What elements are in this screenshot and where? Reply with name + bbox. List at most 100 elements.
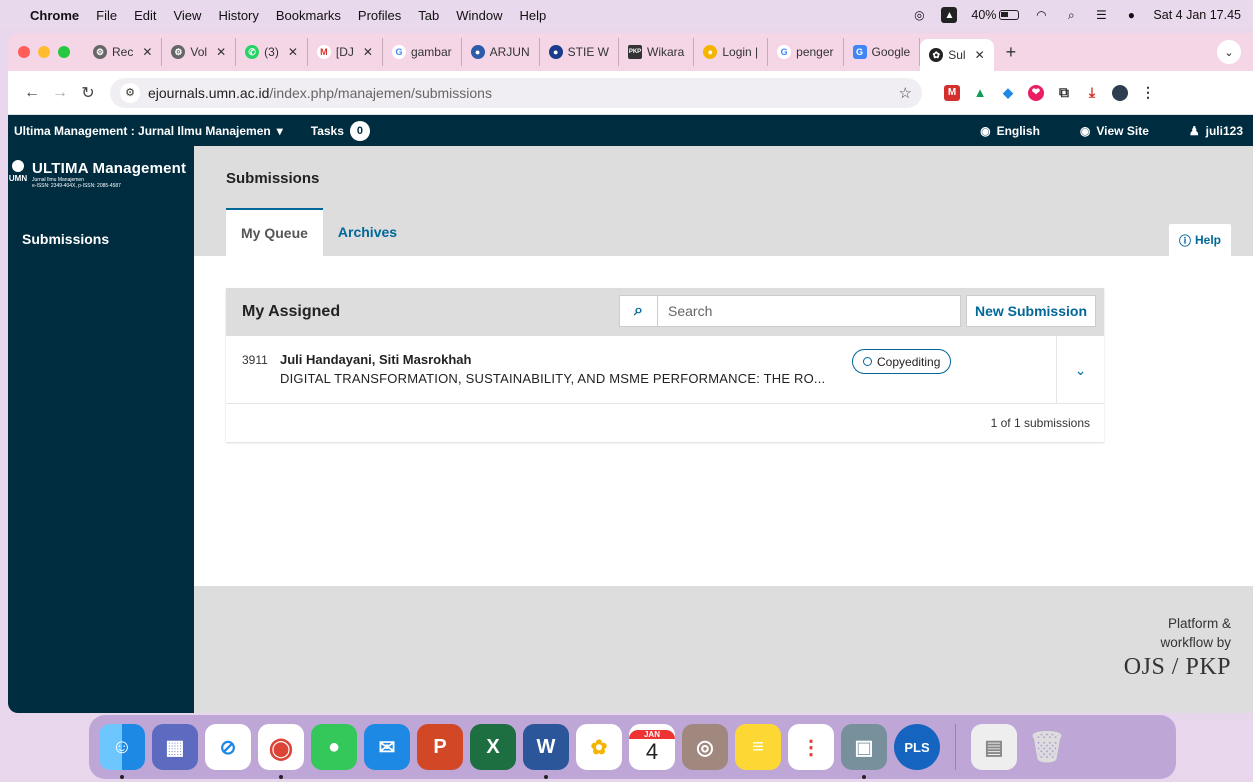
submission-row[interactable]: 3911 Juli Handayani, Siti Masrokhah DIGI… xyxy=(226,336,1104,404)
pocket-icon[interactable]: ❤ xyxy=(1028,84,1044,101)
google-scholar-icon: G xyxy=(852,45,867,59)
menu-app-name[interactable]: Chrome xyxy=(30,8,79,23)
browser-tab[interactable]: G penger xyxy=(768,38,844,66)
stage-badge[interactable]: Copyediting xyxy=(852,349,952,374)
chrome-icon[interactable]: ◉ xyxy=(258,724,304,779)
menu-clock[interactable]: Sat 4 Jan 17.45 xyxy=(1153,8,1241,22)
battery-indicator[interactable]: 40% xyxy=(971,8,1020,22)
tab-strip: ⚙ Rec ✕ ⚙ Vol ✕ ✆ (3) ✕ M [DJ ✕ G gambar… xyxy=(8,33,1253,71)
excel-icon[interactable]: X xyxy=(470,724,516,770)
menu-file[interactable]: File xyxy=(96,8,117,23)
menu-help[interactable]: Help xyxy=(520,8,547,23)
mail-icon[interactable]: ✉ xyxy=(364,724,410,770)
safari-icon[interactable]: ⊘ xyxy=(205,724,251,770)
close-tab-icon[interactable]: ✕ xyxy=(142,45,152,59)
menu-window[interactable]: Window xyxy=(456,8,502,23)
help-button[interactable]: ⓘ Help xyxy=(1168,224,1231,256)
menu-profiles[interactable]: Profiles xyxy=(358,8,401,23)
control-center-icon[interactable]: ☰ xyxy=(1093,7,1109,23)
creative-cloud-icon[interactable]: ◎ xyxy=(911,7,927,23)
sidebar-item-submissions[interactable]: Submissions xyxy=(8,231,194,247)
mendeley-icon[interactable]: M xyxy=(944,84,960,101)
close-tab-icon[interactable]: ✕ xyxy=(363,45,373,59)
bookmark-star-icon[interactable]: ☆ xyxy=(899,84,912,102)
logo-name: ULTIMA Management xyxy=(32,160,187,177)
document-icon[interactable]: ▤ xyxy=(971,724,1017,770)
browser-tab-active[interactable]: ✿ Sul ✕ xyxy=(920,39,994,71)
help-label: Help xyxy=(1194,233,1221,247)
vpn-icon[interactable]: ▲ xyxy=(941,7,958,23)
notes-icon[interactable]: ≡ xyxy=(735,724,781,770)
chevron-down-icon[interactable]: ⌄ xyxy=(1217,40,1241,64)
zoom-window-button[interactable] xyxy=(58,46,70,58)
browser-tab[interactable]: ⚙ Vol ✕ xyxy=(162,38,237,66)
google-drive-icon[interactable]: ▲ xyxy=(972,84,988,101)
journal-switcher[interactable]: Ultima Management : Jurnal Ilmu Manajeme… xyxy=(14,124,283,138)
browser-tab[interactable]: PKP Wikara xyxy=(619,38,695,66)
siri-icon[interactable]: ● xyxy=(1123,7,1139,23)
trash-icon[interactable]: 🗑 xyxy=(1024,724,1070,770)
view-site-link[interactable]: ◉ View Site xyxy=(1080,124,1149,138)
search-icon[interactable]: ⌕ xyxy=(620,296,658,326)
launchpad-icon[interactable]: ▦ xyxy=(152,724,198,770)
browser-tab[interactable]: ● STIE W xyxy=(540,38,619,66)
pkp-branding[interactable]: Platform & workflow by OJS / PKP xyxy=(1124,614,1231,681)
close-tab-icon[interactable]: ✕ xyxy=(975,48,985,62)
reminders-icon[interactable]: ⋮ xyxy=(788,724,834,770)
browser-tab[interactable]: G Google xyxy=(844,38,921,66)
new-tab-icon[interactable]: + xyxy=(994,42,1029,63)
browser-tab[interactable]: ✆ (3) ✕ xyxy=(236,38,308,66)
submission-title[interactable]: DIGITAL TRANSFORMATION, SUSTAINABILITY, … xyxy=(280,371,825,386)
browser-tab[interactable]: M [DJ ✕ xyxy=(308,38,383,66)
preview-icon[interactable]: ▣ xyxy=(841,724,887,779)
menu-tab[interactable]: Tab xyxy=(418,8,439,23)
address-bar[interactable]: ⚙ ejournals.umn.ac.id/index.php/manajeme… xyxy=(110,77,922,108)
reload-icon[interactable]: ↻ xyxy=(74,83,102,103)
chevron-down-icon[interactable]: ⌄ xyxy=(1056,336,1104,404)
browser-tab[interactable]: ● Login | xyxy=(694,38,769,66)
back-arrow-icon[interactable]: ← xyxy=(18,84,46,102)
pls-app-icon[interactable]: PLS xyxy=(894,724,940,770)
running-dot xyxy=(279,775,283,779)
kebab-menu-icon[interactable]: ⋮ xyxy=(1140,84,1156,101)
browser-tab[interactable]: ⚙ Rec ✕ xyxy=(84,38,163,66)
tasks-button[interactable]: Tasks 0 xyxy=(311,120,370,141)
new-submission-button[interactable]: New Submission xyxy=(965,295,1096,327)
forward-arrow-icon[interactable]: → xyxy=(46,84,74,102)
browser-tab[interactable]: ● ARJUN xyxy=(462,38,540,66)
close-tab-icon[interactable]: ✕ xyxy=(288,45,298,59)
close-window-button[interactable] xyxy=(18,46,30,58)
powerpoint-icon[interactable]: P xyxy=(417,724,463,770)
menu-edit[interactable]: Edit xyxy=(134,8,156,23)
photos-icon[interactable]: ✿ xyxy=(576,724,622,770)
word-icon[interactable]: W xyxy=(523,724,569,779)
tab-label: [DJ xyxy=(335,45,354,59)
submission-count: 1 of 1 submissions xyxy=(990,416,1090,430)
tab-archives[interactable]: Archives xyxy=(323,208,412,256)
search-box: ⌕ xyxy=(619,295,961,327)
user-menu[interactable]: ♟ juli123 xyxy=(1189,124,1243,138)
journal-logo[interactable]: UMN ULTIMA Management Jurnal Ilmu Manaje… xyxy=(8,146,194,189)
profile-avatar[interactable] xyxy=(1112,84,1128,101)
language-switcher[interactable]: ◉ English xyxy=(980,124,1040,138)
tab-my-queue[interactable]: My Queue xyxy=(226,208,323,256)
close-tab-icon[interactable]: ✕ xyxy=(216,45,226,59)
search-input[interactable] xyxy=(658,303,938,319)
calendar-icon[interactable]: JAN 4 xyxy=(629,724,675,770)
wifi-icon[interactable]: ◠ xyxy=(1033,7,1049,23)
tab-favicon-icon: ● xyxy=(703,45,718,59)
menu-history[interactable]: History xyxy=(218,8,258,23)
minimize-window-button[interactable] xyxy=(38,46,50,58)
messages-icon[interactable]: ● xyxy=(311,724,357,770)
extensions-puzzle-icon[interactable]: ⧉ xyxy=(1056,84,1072,101)
finder-icon[interactable]: ☺ xyxy=(99,724,145,779)
menu-view[interactable]: View xyxy=(173,8,201,23)
menu-bookmarks[interactable]: Bookmarks xyxy=(276,8,341,23)
site-settings-icon[interactable]: ⚙ xyxy=(120,82,140,103)
extension-icon[interactable]: ◆ xyxy=(1000,84,1016,101)
tab-content: My Assigned ⌕ New Submission 3911 Juli H… xyxy=(194,256,1253,586)
spotlight-icon[interactable]: ⌕ xyxy=(1063,7,1079,23)
contacts-icon[interactable]: ◎ xyxy=(682,724,728,770)
browser-tab[interactable]: G gambar xyxy=(383,38,462,66)
download-icon[interactable]: ⤓ xyxy=(1084,84,1100,101)
